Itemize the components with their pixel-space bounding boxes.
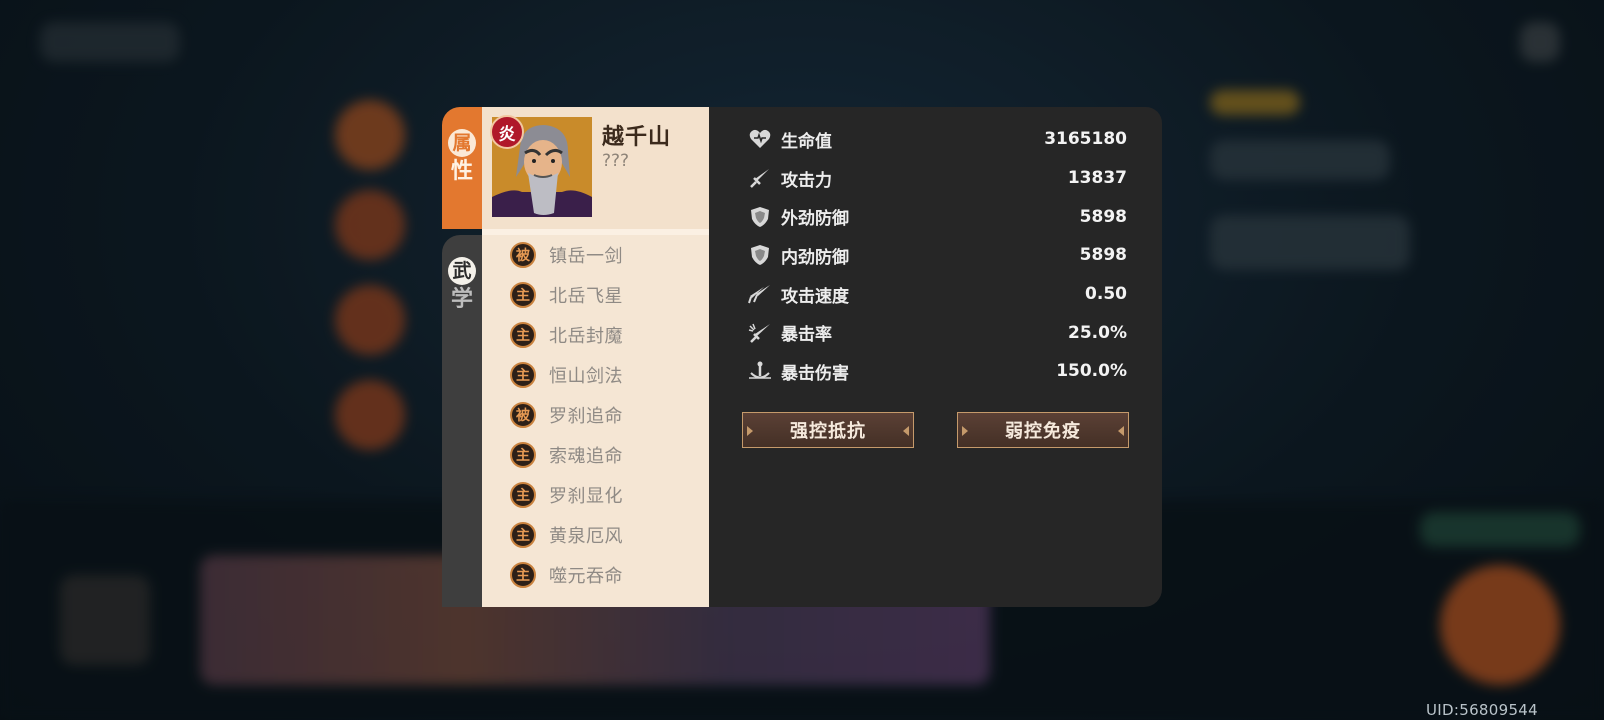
passive-skill-icon: 被 [510, 402, 536, 428]
stat-value: 150.0% [1056, 361, 1127, 382]
stat-label: 攻击速度 [781, 286, 849, 307]
tab-martial-char-1: 武 [448, 257, 476, 285]
stat-row-inner-defense: 内劲防御 5898 [747, 236, 1127, 275]
sword-icon [747, 165, 773, 191]
skill-name: 罗刹追命 [549, 406, 623, 427]
skill-item[interactable]: 主索魂追命 [482, 435, 709, 475]
stat-label: 外劲防御 [781, 209, 849, 230]
stat-label: 生命值 [781, 131, 832, 152]
stat-row-attack-speed: 攻击速度 0.50 [747, 275, 1127, 314]
shield-icon [747, 242, 773, 268]
skill-item[interactable]: 主北岳飞星 [482, 275, 709, 315]
stat-label: 暴击伤害 [781, 363, 849, 384]
active-skill-icon: 主 [510, 282, 536, 308]
stat-value: 5898 [1079, 245, 1127, 266]
active-skill-icon: 主 [510, 562, 536, 588]
shield-icon [747, 204, 773, 230]
heart-icon [747, 126, 773, 152]
crit-sword-icon [747, 320, 773, 346]
side-tabs: 属 性 武 学 [442, 107, 482, 607]
skill-item[interactable]: 主黄泉厄风 [482, 515, 709, 555]
active-skill-icon: 主 [510, 522, 536, 548]
stat-row-hp: 生命值 3165180 [747, 120, 1127, 159]
stats-list: 生命值 3165180 攻击力 13837 外劲防御 5898 内劲防御 589… [747, 120, 1127, 391]
anchor-icon [747, 358, 773, 384]
stat-row-attack: 攻击力 13837 [747, 159, 1127, 198]
skill-name: 北岳封魔 [549, 326, 623, 347]
double-sword-icon [747, 281, 773, 307]
active-skill-icon: 主 [510, 362, 536, 388]
tab-martial-char-2: 学 [450, 287, 473, 312]
stat-value: 25.0% [1068, 322, 1127, 343]
tab-martial-arts[interactable]: 武 学 [442, 235, 482, 607]
skill-item[interactable]: 主恒山剑法 [482, 355, 709, 395]
active-skill-icon: 主 [510, 442, 536, 468]
fire-element-badge: 炎 [490, 115, 524, 149]
skill-name: 罗刹显化 [549, 486, 623, 507]
user-id-label: UID:56809544 [1426, 701, 1538, 719]
stats-column: 生命值 3165180 攻击力 13837 外劲防御 5898 内劲防御 589… [709, 107, 1162, 607]
active-skill-icon: 主 [510, 482, 536, 508]
active-skill-icon: 主 [510, 322, 536, 348]
stat-label: 内劲防御 [781, 247, 849, 268]
stat-value: 0.50 [1085, 284, 1127, 305]
skill-item[interactable]: 主罗刹显化 [482, 475, 709, 515]
skill-name: 恒山剑法 [549, 366, 623, 387]
stat-label: 攻击力 [781, 170, 832, 191]
hero-info-column: 炎 越千山 ??? 被镇岳一剑 主北岳飞星 主北岳封魔 主恒山剑法 被罗刹追命 … [482, 107, 709, 607]
skill-list: 被镇岳一剑 主北岳飞星 主北岳封魔 主恒山剑法 被罗刹追命 主索魂追命 主罗刹显… [482, 235, 709, 595]
skill-item[interactable]: 主噬元吞命 [482, 555, 709, 595]
skill-name: 噬元吞命 [549, 566, 623, 587]
hero-subtitle: ??? [602, 151, 630, 171]
tab-attributes[interactable]: 属 性 [442, 107, 482, 229]
passive-skill-icon: 被 [510, 242, 536, 268]
skill-name: 索魂追命 [549, 446, 623, 467]
strong-control-resist-button[interactable]: 强控抵抗 [742, 412, 914, 448]
skill-item[interactable]: 被镇岳一剑 [482, 235, 709, 275]
tab-attributes-char-2: 性 [450, 159, 473, 184]
weak-control-immune-button[interactable]: 弱控免疫 [957, 412, 1129, 448]
hero-detail-panel: 属 性 武 学 炎 越千山 ??? 被 镇岳一剑 主 北岳飞星 主 北岳封魔 主… [442, 107, 1162, 607]
stat-value: 3165180 [1044, 129, 1127, 150]
skill-item[interactable]: 主北岳封魔 [482, 315, 709, 355]
stat-row-outer-defense: 外劲防御 5898 [747, 197, 1127, 236]
stat-value: 13837 [1067, 168, 1127, 189]
tab-attributes-char-1: 属 [448, 129, 476, 157]
hero-header: 炎 越千山 ??? [482, 107, 709, 235]
skill-name: 黄泉厄风 [549, 526, 623, 547]
stat-row-crit-rate: 暴击率 25.0% [747, 313, 1127, 352]
skill-name: 北岳飞星 [549, 286, 623, 307]
stat-value: 5898 [1079, 206, 1127, 227]
skill-item[interactable]: 被罗刹追命 [482, 395, 709, 435]
stat-row-crit-damage: 暴击伤害 150.0% [747, 352, 1127, 391]
skill-name: 镇岳一剑 [549, 246, 623, 267]
stat-label: 暴击率 [781, 325, 832, 346]
hero-name: 越千山 [602, 125, 672, 150]
